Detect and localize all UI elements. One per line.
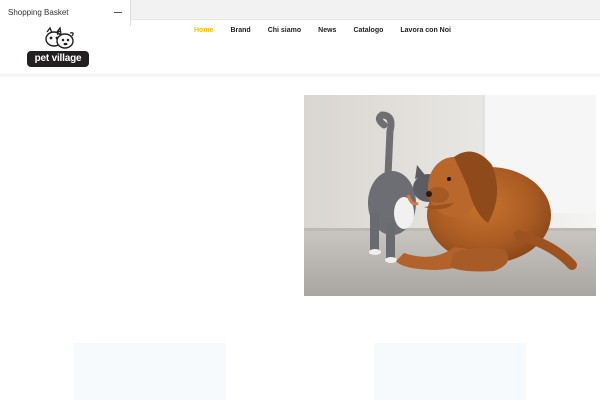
content-card xyxy=(74,343,226,400)
logo-text: pet village xyxy=(34,53,82,64)
header-divider xyxy=(0,74,600,78)
shopping-basket-panel[interactable]: Shopping Basket xyxy=(0,0,131,26)
nav-home[interactable]: Home xyxy=(194,26,213,38)
nav-lavora-con-noi[interactable]: Lavora con Noi xyxy=(400,26,451,38)
shopping-basket-label: Shopping Basket xyxy=(8,8,69,17)
nav-brand[interactable]: Brand xyxy=(230,26,250,38)
content-card xyxy=(374,343,526,400)
nav-chi-siamo[interactable]: Chi siamo xyxy=(268,26,301,38)
collapse-icon[interactable] xyxy=(114,12,122,13)
nav-catalogo[interactable]: Catalogo xyxy=(353,26,383,38)
logo[interactable]: pet village xyxy=(27,26,91,70)
hero-image-cat-and-dog xyxy=(304,95,596,296)
pet-logo-icon xyxy=(45,26,74,49)
main-nav: Home Brand Chi siamo News Catalogo Lavor… xyxy=(194,26,468,38)
nav-news[interactable]: News xyxy=(318,26,336,38)
